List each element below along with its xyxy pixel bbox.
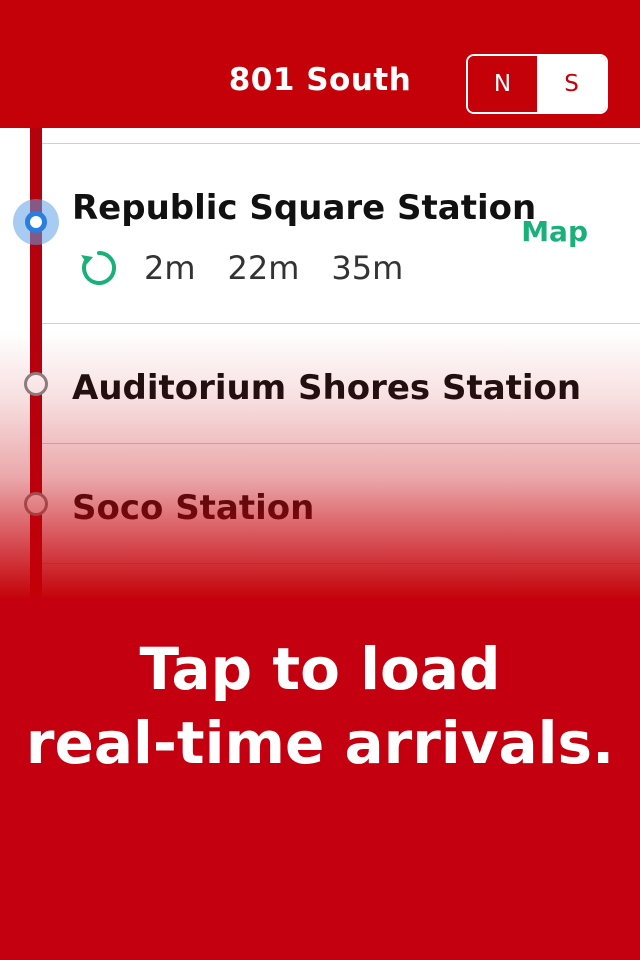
refresh-icon[interactable] (78, 247, 120, 289)
arrival-time: 35m (331, 249, 404, 287)
load-arrivals-message: Tap to load real-time arrivals. (0, 632, 640, 780)
map-link[interactable]: Map (521, 215, 588, 248)
station-row-current[interactable]: Republic Square Station 2m 22m 35m Map (42, 144, 640, 324)
stop-marker (24, 372, 48, 396)
list-item-previous-stub (42, 128, 640, 144)
header-bar: 801 South N S (0, 0, 640, 128)
arrival-time: 22m (227, 249, 300, 287)
current-stop-dot (25, 211, 47, 233)
message-line: real-time arrivals. (25, 709, 615, 777)
station-name: Republic Square Station (72, 188, 537, 228)
load-arrivals-overlay[interactable]: Tap to load real-time arrivals. (0, 598, 640, 960)
message-line: Tap to load (139, 635, 501, 703)
station-row[interactable]: Soco Station (42, 444, 640, 564)
station-name: Soco Station (72, 488, 315, 528)
station-row[interactable]: Auditorium Shores Station (42, 324, 640, 444)
station-name: Auditorium Shores Station (72, 368, 582, 408)
stop-marker (24, 492, 48, 516)
direction-north-button[interactable]: N (468, 56, 537, 112)
direction-toggle[interactable]: N S (466, 54, 608, 114)
arrival-time: 2m (144, 249, 196, 287)
current-stop-marker (13, 199, 59, 245)
direction-south-button[interactable]: S (537, 56, 606, 112)
arrival-times: 2m 22m 35m (78, 247, 435, 289)
